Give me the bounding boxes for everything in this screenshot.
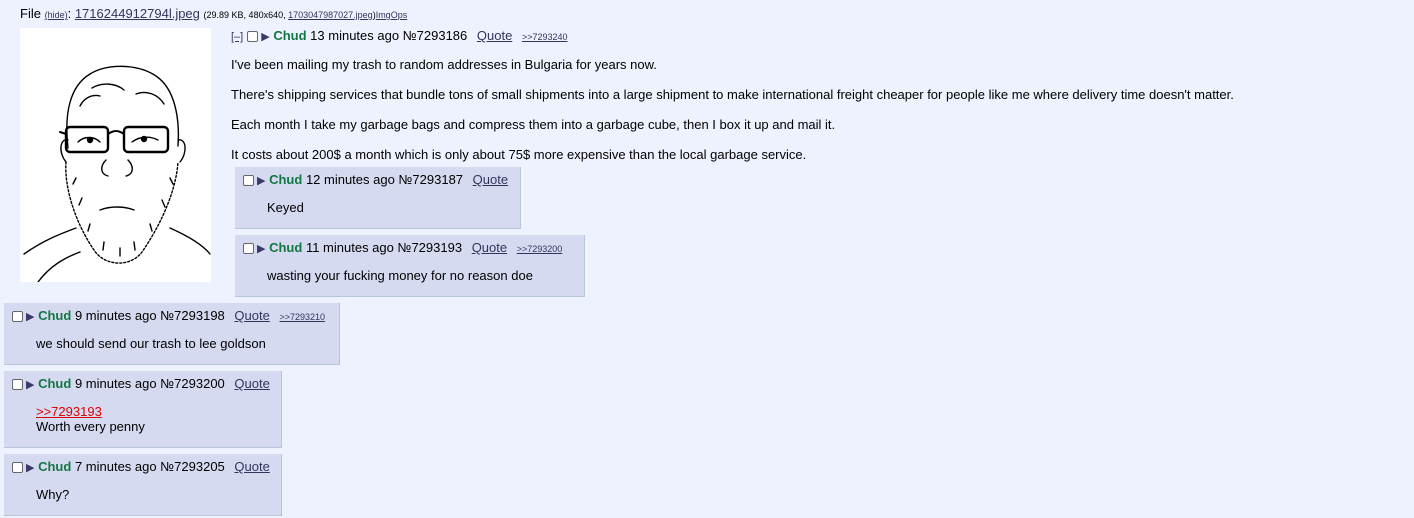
op-quote-link[interactable]: Quote: [477, 28, 512, 43]
file-meta: (29.89 KB, 480x640, 1703047987027.jpeg)I…: [204, 10, 408, 20]
reply-time: 12 minutes ago: [305, 172, 395, 187]
op-paragraph: Each month I take my garbage bags and co…: [231, 117, 836, 132]
hide-image-link[interactable]: (hide): [45, 10, 68, 20]
file-info: File (hide): 1716244912794l.jpeg (29.89 …: [20, 6, 408, 21]
post-menu-arrow-icon[interactable]: ▶: [257, 243, 265, 255]
reply-time: 7 minutes ago: [74, 459, 157, 474]
op-post: [–] ▶ Chud 13 minutes ago №7293186 Quote …: [231, 28, 1391, 163]
reply-post: ▶ Chud 11 minutes ago №7293193 Quote >>7…: [235, 235, 585, 297]
reply-checkbox[interactable]: [12, 311, 23, 322]
reply-poster-name: Chud: [38, 376, 72, 391]
post-menu-arrow-icon[interactable]: ▶: [261, 31, 269, 43]
reply-quote-link[interactable]: Quote: [234, 308, 269, 323]
op-post-time: 13 minutes ago: [310, 28, 400, 43]
reply-header: ▶ Chud 11 minutes ago №7293193 Quote >>7…: [243, 240, 576, 255]
reply-poster-name: Chud: [269, 240, 303, 255]
reply-header: ▶ Chud 9 minutes ago №7293198 Quote >>72…: [12, 308, 331, 323]
post-menu-arrow-icon[interactable]: ▶: [26, 311, 34, 323]
op-image-thumbnail[interactable]: [20, 28, 211, 283]
reply-quotelink[interactable]: >>7293193: [36, 404, 102, 419]
reply-message: we should send our trash to lee goldson: [36, 336, 266, 351]
reply-poster-name: Chud: [38, 308, 72, 323]
reply-number[interactable]: №7293187: [398, 172, 463, 187]
post-menu-arrow-icon[interactable]: ▶: [257, 175, 265, 187]
reply-backlink[interactable]: >>7293210: [279, 312, 325, 322]
reply-time: 9 minutes ago: [74, 376, 157, 391]
file-name-link[interactable]: 1716244912794l.jpeg: [75, 6, 200, 21]
post-menu-arrow-icon[interactable]: ▶: [26, 462, 34, 474]
reply-poster-name: Chud: [38, 459, 72, 474]
file-label: File: [20, 6, 41, 21]
reply-poster-name: Chud: [269, 172, 303, 187]
op-paragraph: It costs about 200$ a month which is onl…: [231, 147, 807, 162]
reply-quote-link[interactable]: Quote: [234, 376, 269, 391]
original-filename-link[interactable]: 1703047987027.jpeg: [288, 10, 373, 20]
reply-number[interactable]: №7293193: [398, 240, 463, 255]
reply-post: ▶ Chud 9 minutes ago №7293200 Quote >>72…: [4, 371, 282, 448]
reply-post: ▶ Chud 12 minutes ago №7293187 Quote Key…: [235, 167, 521, 229]
reply-checkbox[interactable]: [243, 243, 254, 254]
reply-quote-link[interactable]: Quote: [472, 240, 507, 255]
reply-message: Why?: [36, 487, 70, 502]
reply-time: 9 minutes ago: [74, 308, 157, 323]
post-menu-arrow-icon[interactable]: ▶: [26, 379, 34, 391]
file-meta-prefix: (29.89 KB, 480x640,: [203, 10, 289, 20]
reply-post: ▶ Chud 7 minutes ago №7293205 Quote Why?: [4, 454, 282, 516]
reply-message: wasting your fucking money for no reason…: [267, 268, 533, 283]
reply-message-block: >>7293193 Worth every penny: [36, 404, 273, 434]
reply-checkbox[interactable]: [12, 379, 23, 390]
op-post-number[interactable]: №7293186: [403, 28, 468, 43]
op-post-checkbox[interactable]: [247, 31, 259, 42]
reply-checkbox[interactable]: [12, 462, 23, 473]
reply-time: 11 minutes ago: [305, 240, 394, 255]
reply-header: ▶ Chud 7 minutes ago №7293205 Quote: [12, 459, 273, 474]
reply-message: Keyed: [267, 200, 304, 215]
reply-header: ▶ Chud 9 minutes ago №7293200 Quote: [12, 376, 273, 391]
reply-message: Worth every penny: [36, 419, 145, 434]
op-paragraph: There's shipping services that bundle to…: [231, 87, 1234, 102]
reply-header: ▶ Chud 12 minutes ago №7293187 Quote: [243, 172, 512, 187]
imgops-link[interactable]: ImgOps: [376, 10, 408, 20]
op-post-body: I've been mailing my trash to random add…: [231, 56, 1391, 163]
reply-quote-link[interactable]: Quote: [234, 459, 269, 474]
op-poster-name: Chud: [273, 28, 307, 43]
wojak-drawing: [23, 65, 211, 283]
op-post-header: [–] ▶ Chud 13 minutes ago №7293186 Quote …: [231, 28, 1391, 43]
reply-post: ▶ Chud 9 minutes ago №7293198 Quote >>72…: [4, 303, 340, 365]
op-paragraph: I've been mailing my trash to random add…: [231, 57, 657, 72]
reply-checkbox[interactable]: [243, 175, 254, 186]
hide-thread-button[interactable]: [–]: [231, 31, 243, 43]
reply-quote-link[interactable]: Quote: [473, 172, 508, 187]
reply-number[interactable]: №7293198: [160, 308, 225, 323]
reply-number[interactable]: №7293200: [160, 376, 225, 391]
reply-number[interactable]: №7293205: [160, 459, 225, 474]
reply-backlink[interactable]: >>7293200: [517, 244, 563, 254]
op-backlink[interactable]: >>7293240: [522, 32, 568, 42]
